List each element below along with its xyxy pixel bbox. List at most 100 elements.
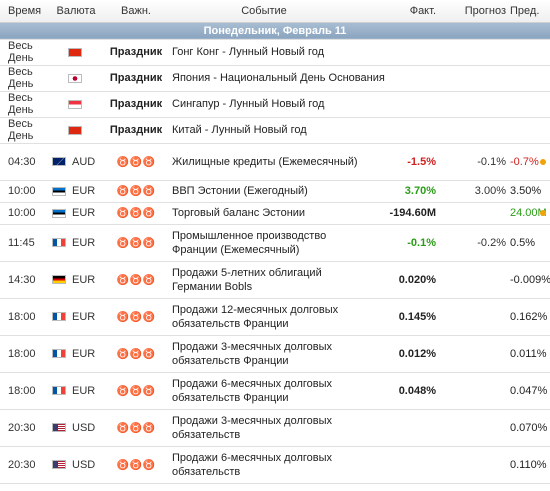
event-name[interactable]: Продажи 5-летних облигаций Германии Bobl…: [168, 261, 360, 299]
forecast-value: 3.00%: [440, 180, 510, 203]
event-name[interactable]: Китай - Лунный Новый год: [168, 117, 550, 144]
currency-cell: [48, 39, 104, 66]
holiday-row[interactable]: Весь День Праздник Гонг Конг - Лунный Новы…: [0, 39, 550, 66]
france-flag: [52, 312, 66, 322]
actual-value: 0.020%: [360, 261, 440, 299]
japan-flag: [68, 73, 82, 83]
time-cell: 20:30: [0, 409, 48, 447]
time-cell: Весь День: [0, 117, 48, 144]
time-cell: 18:00: [0, 298, 48, 336]
bull-icon: ♉: [116, 459, 130, 471]
bull-icon: ♉: [142, 385, 156, 397]
event-row[interactable]: 20:30 USD ♉♉♉ Продажи 6-месячных долговых о…: [0, 446, 550, 484]
header-row: Время Валюта Важн. Событие Факт. Прогноз…: [0, 0, 550, 23]
holiday-row[interactable]: Весь День Праздник Сингапур - Лунный Новый…: [0, 91, 550, 118]
bull-icon: ♉: [142, 208, 156, 219]
time-cell: Весь День: [0, 39, 48, 66]
col-event-header[interactable]: Событие: [168, 0, 360, 23]
forecast-value: [440, 261, 510, 299]
event-name[interactable]: Продажи 6-месячных долговых обязательств…: [168, 372, 360, 410]
actual-value: 0.012%: [360, 335, 440, 373]
france-flag: [52, 238, 66, 248]
currency-cell: [48, 117, 104, 144]
bull-icon: ♉: [116, 348, 130, 360]
col-previous-header[interactable]: Пред.: [510, 0, 539, 23]
event-row[interactable]: 11:45 EUR ♉♉♉ Промышленное производство Фра…: [0, 224, 550, 262]
currency-cell: [48, 65, 104, 92]
forecast-value: -0.1%: [440, 143, 510, 181]
event-row[interactable]: 04:30 AUD ♉♉♉ Жилищные кредиты (Ежемесячный…: [0, 143, 550, 181]
event-row[interactable]: 18:00 EUR ♉♉♉ Продажи 6-месячных долговых о…: [0, 372, 550, 410]
event-row[interactable]: 10:00 EUR ♉♉♉ Торговый баланс Эстонии -194.6…: [0, 202, 550, 225]
event-name[interactable]: Жилищные кредиты (Ежемесячный): [168, 143, 360, 181]
importance-cell: ♉♉♉: [104, 224, 168, 262]
day-header: Понедельник, Февраль 11: [0, 22, 550, 40]
previous-value: 0.070%: [510, 409, 547, 447]
event-name[interactable]: Торговый баланс Эстонии: [168, 202, 360, 225]
currency-code: EUR: [72, 384, 96, 397]
event-name[interactable]: Промышленное производство Франции (Ежеме…: [168, 224, 360, 262]
event-name[interactable]: Гонг Конг - Лунный Новый год: [168, 39, 550, 66]
event-name[interactable]: Сингапур - Лунный Новый год: [168, 91, 550, 118]
col-currency-header[interactable]: Валюта: [48, 0, 104, 23]
time-cell: 14:30: [0, 261, 48, 299]
bull-icon: ♉: [129, 459, 143, 471]
bull-icon: ♉: [142, 186, 156, 197]
col-time-header[interactable]: Время: [0, 0, 48, 23]
col-actual-header[interactable]: Факт.: [360, 0, 440, 23]
australia-flag: [52, 157, 66, 167]
event-name[interactable]: Продажи 12-месячных долговых обязательст…: [168, 298, 360, 336]
previous-value: 24.00M: [510, 202, 547, 225]
event-row[interactable]: 18:00 EUR ♉♉♉ Продажи 3-месячных долговых о…: [0, 335, 550, 373]
event-row[interactable]: 10:00 EUR ♉♉♉ ВВП Эстонии (Ежегодный) 3.70% 3…: [0, 180, 550, 203]
previous-value: 0.5%: [510, 224, 536, 262]
alert-dot-icon[interactable]: [540, 210, 546, 216]
actual-value: -0.1%: [360, 224, 440, 262]
time-cell: 18:00: [0, 335, 48, 373]
day-header-row: Понедельник, Февраль 11: [0, 22, 550, 40]
importance-cell: ♉♉♉: [104, 202, 168, 225]
usa-flag: [52, 423, 66, 433]
event-row[interactable]: 14:30 EUR ♉♉♉ Продажи 5-летних облигаций Ге…: [0, 261, 550, 299]
forecast-value: [440, 372, 510, 410]
time-cell: 20:30: [0, 446, 48, 484]
previous-value: 0.047%: [510, 372, 547, 410]
bull-icon: ♉: [129, 237, 143, 249]
time-cell: Весь День: [0, 65, 48, 92]
alert-dot-icon[interactable]: [540, 158, 546, 165]
event-row[interactable]: 20:30 USD ♉♉♉ Продажи 3-месячных долговых о…: [0, 409, 550, 447]
usa-flag: [52, 460, 66, 470]
currency-cell: EUR: [48, 335, 104, 373]
currency-cell: EUR: [48, 224, 104, 262]
holiday-row[interactable]: Весь День Праздник Япония - Национальный Д…: [0, 65, 550, 92]
france-flag: [52, 349, 66, 359]
event-name[interactable]: ВВП Эстонии (Ежегодный): [168, 180, 360, 203]
event-name[interactable]: Япония - Национальный День Основания: [168, 65, 550, 92]
forecast-value: [440, 202, 510, 225]
actual-value: [360, 446, 440, 484]
economic-calendar-table: Время Валюта Важн. Событие Факт. Прогноз…: [0, 0, 550, 484]
importance-cell: ♉♉♉: [104, 335, 168, 373]
bull-icon: ♉: [142, 459, 156, 471]
currency-code: EUR: [72, 236, 96, 249]
currency-code: EUR: [72, 273, 96, 286]
event-name[interactable]: Продажи 3-месячных долговых обязательств: [168, 409, 360, 447]
currency-code: USD: [72, 421, 96, 434]
holiday-label: Праздник: [104, 91, 168, 118]
col-importance-header[interactable]: Важн.: [104, 0, 168, 23]
event-name[interactable]: Продажи 3-месячных долговых обязательств…: [168, 335, 360, 373]
event-row[interactable]: 18:00 EUR ♉♉♉ Продажи 12-месячных долговых …: [0, 298, 550, 336]
estonia-flag: [52, 208, 66, 218]
bull-icon: ♉: [129, 186, 143, 197]
bull-icon: ♉: [142, 274, 156, 286]
holiday-row[interactable]: Весь День Праздник Китай - Лунный Новый го…: [0, 117, 550, 144]
previous-value: -0.7%: [510, 143, 539, 181]
france-flag: [52, 386, 66, 396]
currency-cell: EUR: [48, 261, 104, 299]
event-name[interactable]: Продажи 6-месячных долговых обязательств: [168, 446, 360, 484]
currency-code: AUD: [72, 155, 96, 168]
bull-icon: ♉: [142, 348, 156, 360]
col-forecast-header[interactable]: Прогноз: [440, 0, 510, 23]
time-cell: 18:00: [0, 372, 48, 410]
currency-cell: EUR: [48, 202, 104, 225]
